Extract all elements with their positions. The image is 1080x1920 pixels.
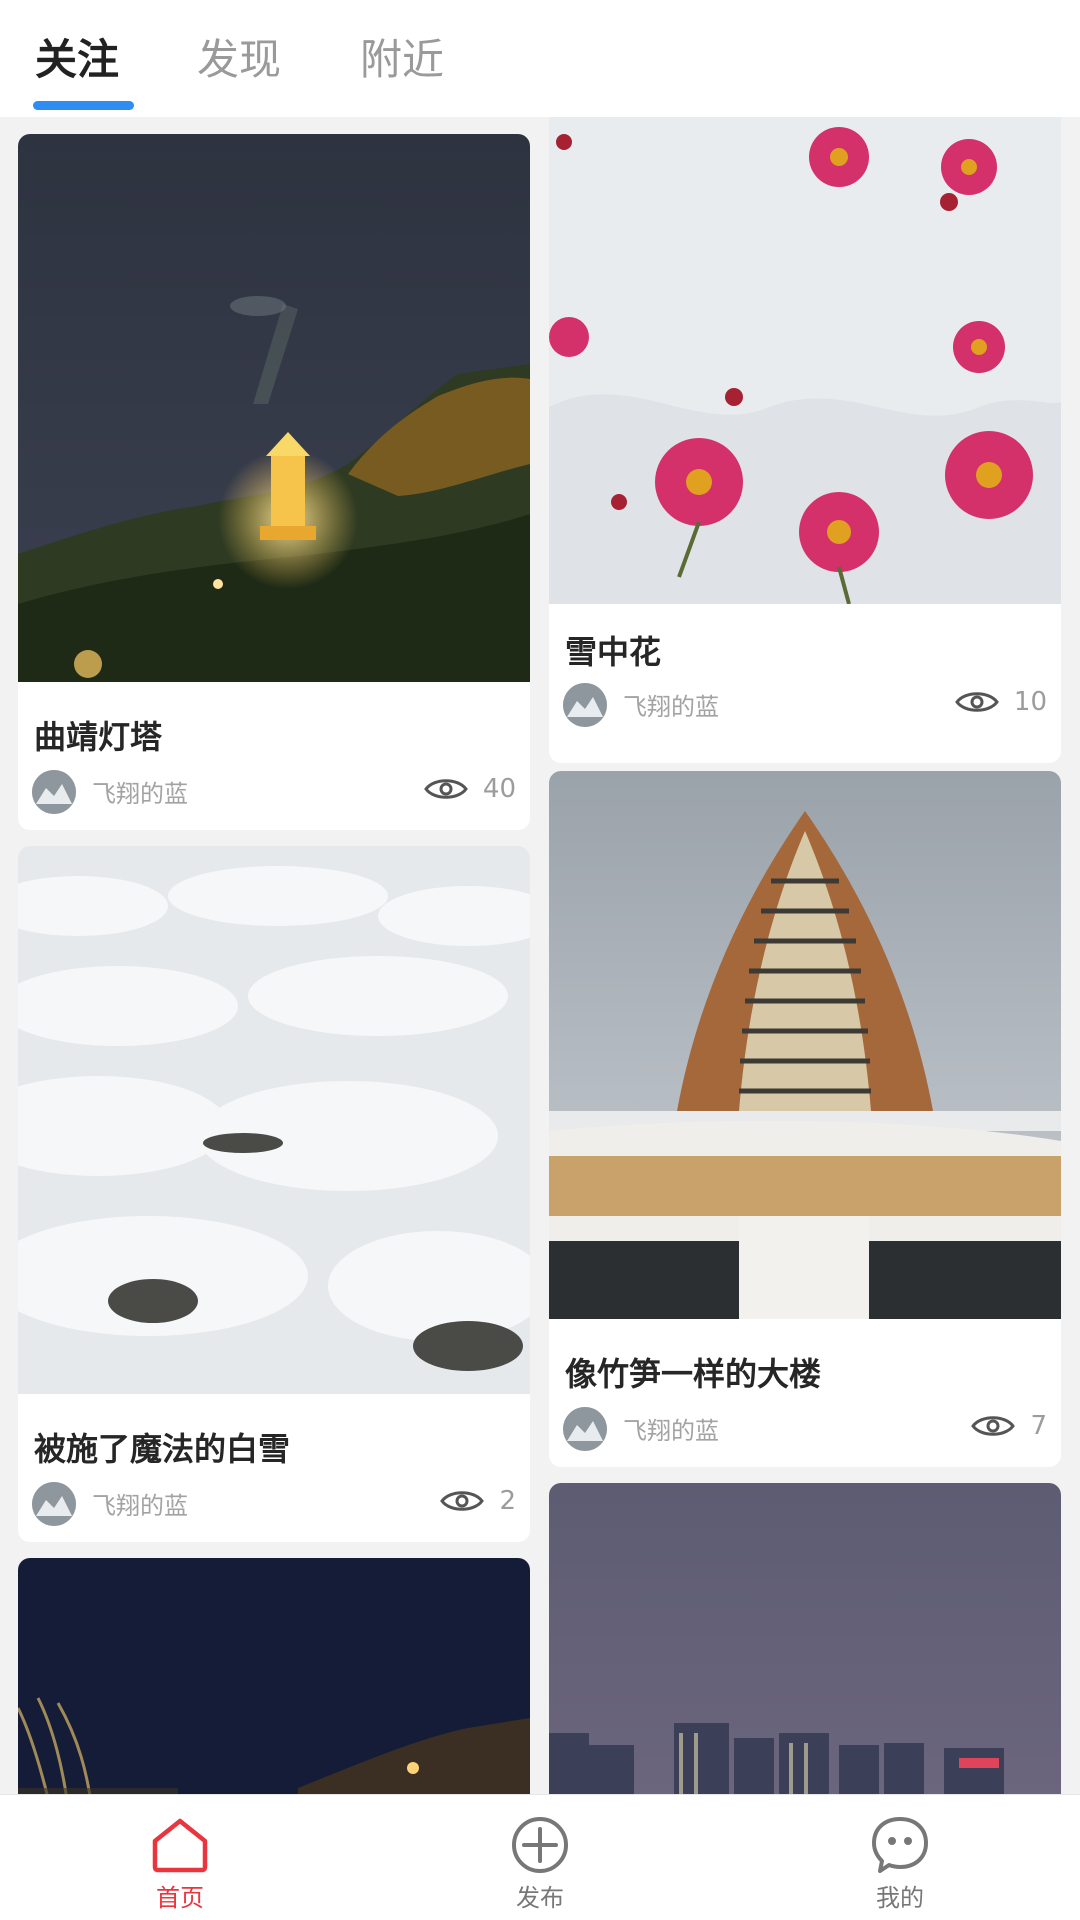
post-card[interactable] xyxy=(549,1483,1061,1794)
view-count-group: 10 xyxy=(954,687,1047,723)
eye-icon xyxy=(423,779,468,799)
author-avatar[interactable] xyxy=(32,1482,76,1526)
post-image[interactable] xyxy=(549,117,1061,604)
author-avatar[interactable] xyxy=(32,770,76,814)
view-count-group: 40 xyxy=(423,774,516,810)
home-icon xyxy=(152,1818,208,1873)
bottom-nav-bar: 首页 发布 我的 xyxy=(0,1794,1080,1920)
nav-profile[interactable]: 我的 xyxy=(800,1795,1000,1920)
author-name[interactable]: 飞翔的蓝 xyxy=(623,1411,719,1446)
post-image[interactable] xyxy=(18,1558,530,1794)
author-name[interactable]: 飞翔的蓝 xyxy=(92,774,188,809)
post-image[interactable] xyxy=(549,771,1061,1319)
eye-icon xyxy=(971,1416,1016,1436)
view-count: 7 xyxy=(1030,1411,1047,1441)
tab-discover[interactable]: 发现 xyxy=(197,28,281,92)
nav-publish-label: 发布 xyxy=(516,1884,564,1912)
post-card[interactable]: 像竹笋一样的大楼 飞翔的蓝 7 xyxy=(549,771,1061,1467)
post-title: 雪中花 xyxy=(565,633,662,671)
view-count: 2 xyxy=(499,1486,516,1516)
tab-following[interactable]: 关注 xyxy=(35,28,119,92)
post-title: 像竹笋一样的大楼 xyxy=(565,1355,822,1393)
author-name[interactable]: 飞翔的蓝 xyxy=(623,687,719,722)
post-image[interactable] xyxy=(18,846,530,1394)
view-count-group: 2 xyxy=(440,1486,516,1522)
nav-home[interactable]: 首页 xyxy=(80,1795,280,1920)
nav-home-label: 首页 xyxy=(156,1884,204,1912)
plus-circle-icon xyxy=(512,1817,568,1873)
top-tab-bar: 关注 发现 附近 xyxy=(0,0,1080,117)
eye-icon xyxy=(954,692,999,712)
post-title: 被施了魔法的白雪 xyxy=(34,1430,291,1468)
view-count: 10 xyxy=(1013,687,1047,717)
post-card[interactable] xyxy=(18,1558,530,1794)
post-meta: 飞翔的蓝 40 xyxy=(32,770,516,814)
eye-icon xyxy=(440,1491,485,1511)
view-count-group: 7 xyxy=(971,1411,1047,1447)
view-count: 40 xyxy=(482,774,516,804)
author-avatar[interactable] xyxy=(563,1407,607,1451)
post-meta: 飞翔的蓝 7 xyxy=(563,1407,1047,1451)
post-image[interactable] xyxy=(549,1483,1061,1794)
smiley-chat-icon xyxy=(872,1817,928,1873)
author-name[interactable]: 飞翔的蓝 xyxy=(92,1486,188,1521)
post-meta: 飞翔的蓝 2 xyxy=(32,1482,516,1526)
post-card[interactable]: 雪中花 飞翔的蓝 10 xyxy=(549,117,1061,763)
post-meta: 飞翔的蓝 10 xyxy=(563,683,1047,727)
author-avatar[interactable] xyxy=(563,683,607,727)
post-feed[interactable]: 曲靖灯塔 飞翔的蓝 40 雪中花 飞翔的蓝 10 被施了魔法的白雪 飞翔的蓝 2… xyxy=(0,117,1080,1794)
tab-nearby[interactable]: 附近 xyxy=(360,28,444,92)
nav-publish[interactable]: 发布 xyxy=(440,1795,640,1920)
post-image[interactable] xyxy=(18,134,530,682)
nav-profile-label: 我的 xyxy=(876,1884,924,1912)
post-card[interactable]: 被施了魔法的白雪 飞翔的蓝 2 xyxy=(18,846,530,1542)
post-card[interactable]: 曲靖灯塔 飞翔的蓝 40 xyxy=(18,134,530,830)
post-title: 曲靖灯塔 xyxy=(34,718,163,756)
tab-active-indicator xyxy=(33,101,134,110)
